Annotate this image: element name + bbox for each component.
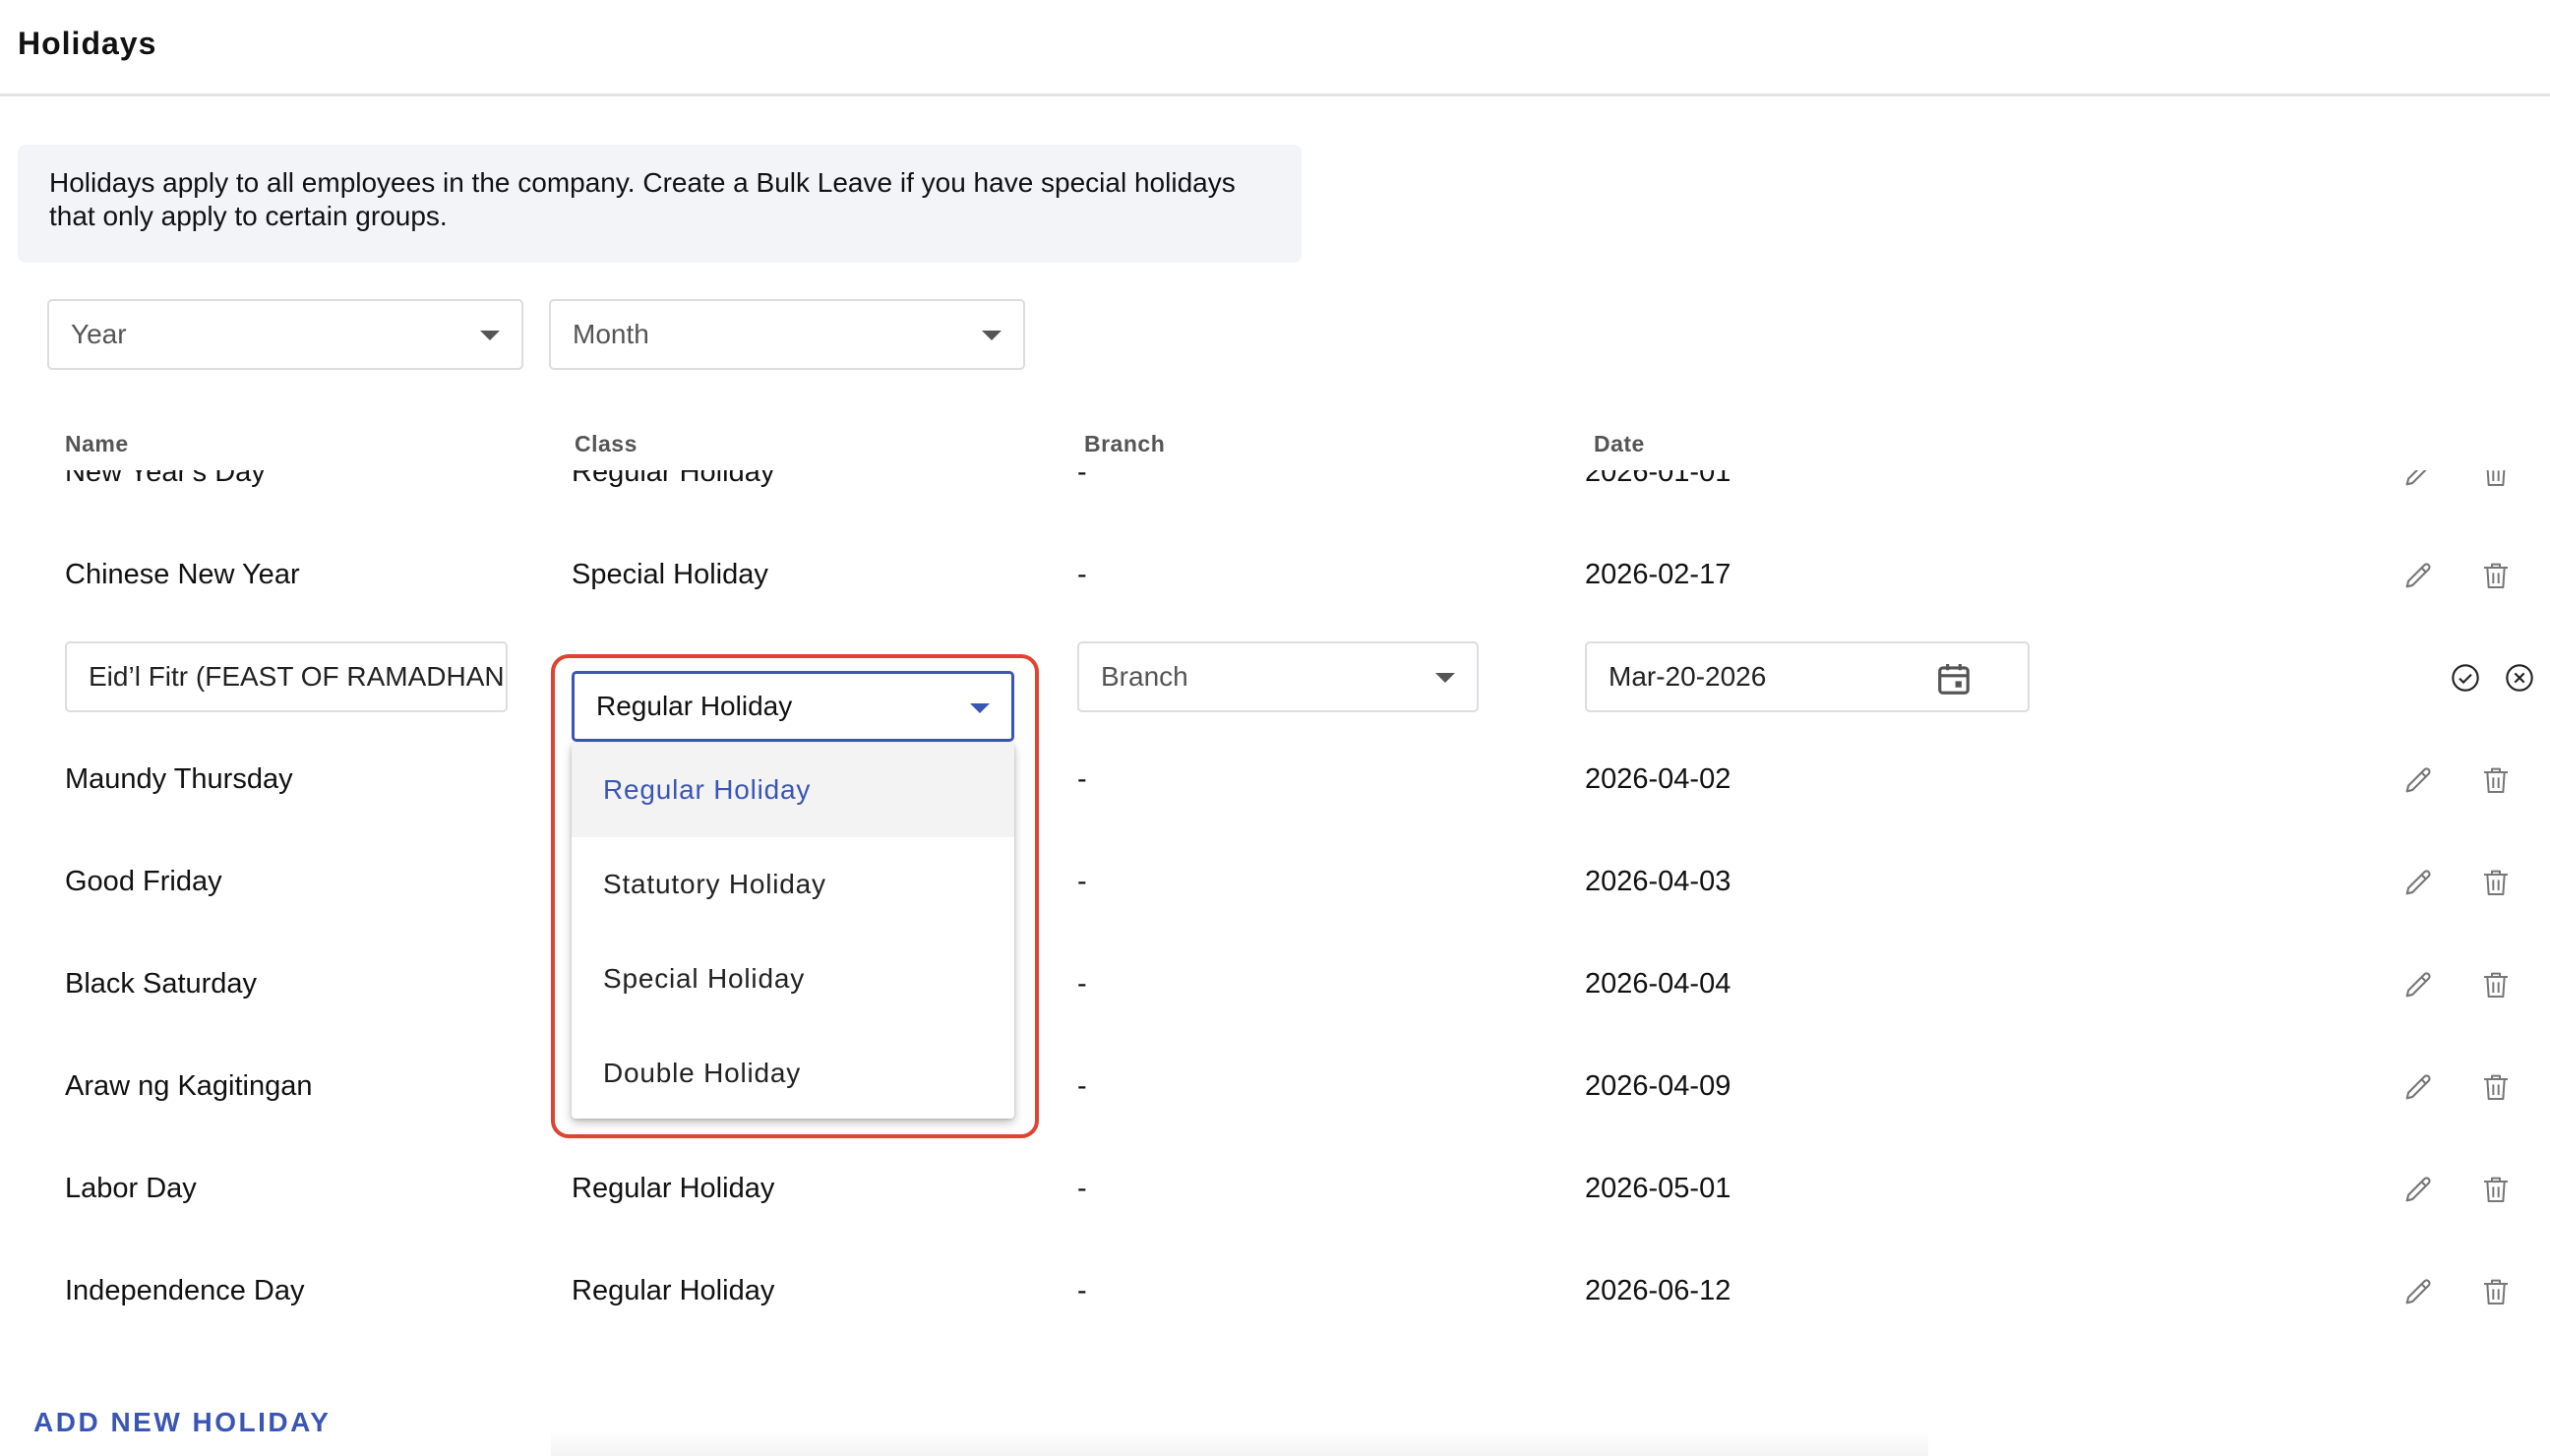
pencil-icon[interactable]: [2399, 966, 2437, 1003]
holiday-branch: -: [1077, 1274, 1087, 1306]
trash-icon[interactable]: [2477, 864, 2515, 901]
class-select-value: Regular Holiday: [596, 691, 793, 721]
menu-item-double-holiday[interactable]: Double Holiday: [572, 1026, 1014, 1119]
trash-icon[interactable]: [2477, 1273, 2515, 1310]
chevron-down-icon: [480, 331, 500, 340]
holiday-branch: -: [1077, 762, 1087, 795]
year-select[interactable]: Year: [47, 299, 523, 370]
branch-select-label: Branch: [1101, 661, 1188, 692]
holiday-name: Independence Day: [65, 1274, 305, 1306]
date-input-value: Mar-20-2026: [1609, 661, 1767, 692]
holiday-date: 2026-06-12: [1585, 1274, 1731, 1306]
table-row: Black Saturday Regular Holiday - 2026-04…: [0, 933, 2550, 1035]
holiday-name: New Year's Day: [65, 470, 266, 488]
column-header-class: Class: [575, 431, 638, 456]
holiday-date: 2026-01-01: [1585, 470, 1731, 488]
chevron-down-icon: [1435, 673, 1455, 683]
holiday-list[interactable]: New Year's Day Regular Holiday - 2026-01…: [0, 470, 2550, 1379]
trash-icon[interactable]: [2477, 966, 2515, 1003]
holiday-name: Good Friday: [65, 865, 222, 897]
holiday-name: Labor Day: [65, 1172, 197, 1204]
branch-select[interactable]: Branch: [1077, 641, 1479, 712]
holiday-branch: -: [1077, 967, 1087, 1000]
confirm-check-icon[interactable]: [2447, 659, 2484, 697]
menu-item-special-holiday[interactable]: Special Holiday: [572, 932, 1014, 1026]
holiday-date: 2026-05-01: [1585, 1172, 1731, 1204]
holiday-class: Regular Holiday: [572, 470, 775, 488]
trash-icon[interactable]: [2477, 470, 2515, 492]
holiday-date: 2026-04-02: [1585, 762, 1731, 795]
table-row: Labor Day Regular Holiday - 2026-05-01: [0, 1137, 2550, 1240]
holiday-name: Maundy Thursday: [65, 762, 293, 795]
holiday-name-input[interactable]: Eid’l Fitr (FEAST OF RAMADHAN: [65, 641, 508, 712]
table-row: New Year's Day Regular Holiday - 2026-01…: [0, 470, 2550, 523]
pencil-icon[interactable]: [2399, 1068, 2437, 1106]
holiday-branch: -: [1077, 558, 1087, 590]
page-title: Holidays: [18, 26, 157, 61]
class-select[interactable]: Regular Holiday: [572, 671, 1014, 742]
holiday-branch: -: [1077, 1172, 1087, 1204]
trash-icon[interactable]: [2477, 1171, 2515, 1208]
trash-icon[interactable]: [2477, 1068, 2515, 1106]
table-row: Maundy Thursday Regular Holiday - 2026-0…: [0, 728, 2550, 830]
table-row: Araw ng Kagitingan Regular Holiday - 202…: [0, 1035, 2550, 1137]
table-row: Chinese New Year Special Holiday - 2026-…: [0, 523, 2550, 626]
holiday-date: 2026-02-17: [1585, 558, 1731, 590]
holiday-class: Special Holiday: [572, 558, 768, 590]
menu-item-statutory-holiday[interactable]: Statutory Holiday: [572, 837, 1014, 932]
holiday-name: Black Saturday: [65, 967, 258, 1000]
holiday-branch: -: [1077, 470, 1087, 488]
add-new-holiday-button[interactable]: ADD NEW HOLIDAY: [33, 1407, 331, 1438]
column-header-branch: Branch: [1084, 431, 1166, 456]
trash-icon[interactable]: [2477, 557, 2515, 594]
editing-row: Eid’l Fitr (FEAST OF RAMADHAN Branch Mar…: [0, 626, 2550, 728]
holiday-name: Chinese New Year: [65, 558, 300, 590]
column-header-name: Name: [65, 431, 129, 456]
holiday-branch: -: [1077, 1069, 1087, 1102]
holiday-class: Regular Holiday: [572, 1274, 775, 1306]
menu-item-regular-holiday[interactable]: Regular Holiday: [572, 743, 1014, 837]
month-select[interactable]: Month: [549, 299, 1025, 370]
holiday-class: Regular Holiday: [572, 1172, 775, 1204]
table-row: Independence Day Regular Holiday - 2026-…: [0, 1240, 2550, 1342]
holiday-date: 2026-04-03: [1585, 865, 1731, 897]
table-row: Good Friday Regular Holiday - 2026-04-03: [0, 830, 2550, 933]
holiday-date: 2026-04-04: [1585, 967, 1731, 1000]
calendar-icon[interactable]: [1935, 659, 1973, 705]
month-select-label: Month: [573, 319, 649, 349]
year-select-label: Year: [71, 319, 127, 349]
class-dropdown-menu: Regular Holiday Statutory Holiday Specia…: [572, 743, 1014, 1119]
trash-icon[interactable]: [2477, 761, 2515, 799]
pencil-icon[interactable]: [2399, 470, 2437, 492]
holiday-date: 2026-04-09: [1585, 1069, 1731, 1102]
page-header: Holidays: [0, 0, 2550, 96]
holiday-name: Araw ng Kagitingan: [65, 1069, 313, 1102]
chevron-down-icon: [970, 703, 990, 713]
pencil-icon[interactable]: [2399, 864, 2437, 901]
pencil-icon[interactable]: [2399, 557, 2437, 594]
chevron-down-icon: [982, 331, 1002, 340]
pencil-icon[interactable]: [2399, 1171, 2437, 1208]
cancel-close-icon[interactable]: [2501, 659, 2538, 697]
column-header-date: Date: [1594, 431, 1645, 456]
holiday-branch: -: [1077, 865, 1087, 897]
pencil-icon[interactable]: [2399, 761, 2437, 799]
info-banner: Holidays apply to all employees in the c…: [18, 145, 1302, 263]
pencil-icon[interactable]: [2399, 1273, 2437, 1310]
scroll-shadow: [551, 1431, 1928, 1456]
date-input[interactable]: Mar-20-2026: [1585, 641, 2030, 712]
